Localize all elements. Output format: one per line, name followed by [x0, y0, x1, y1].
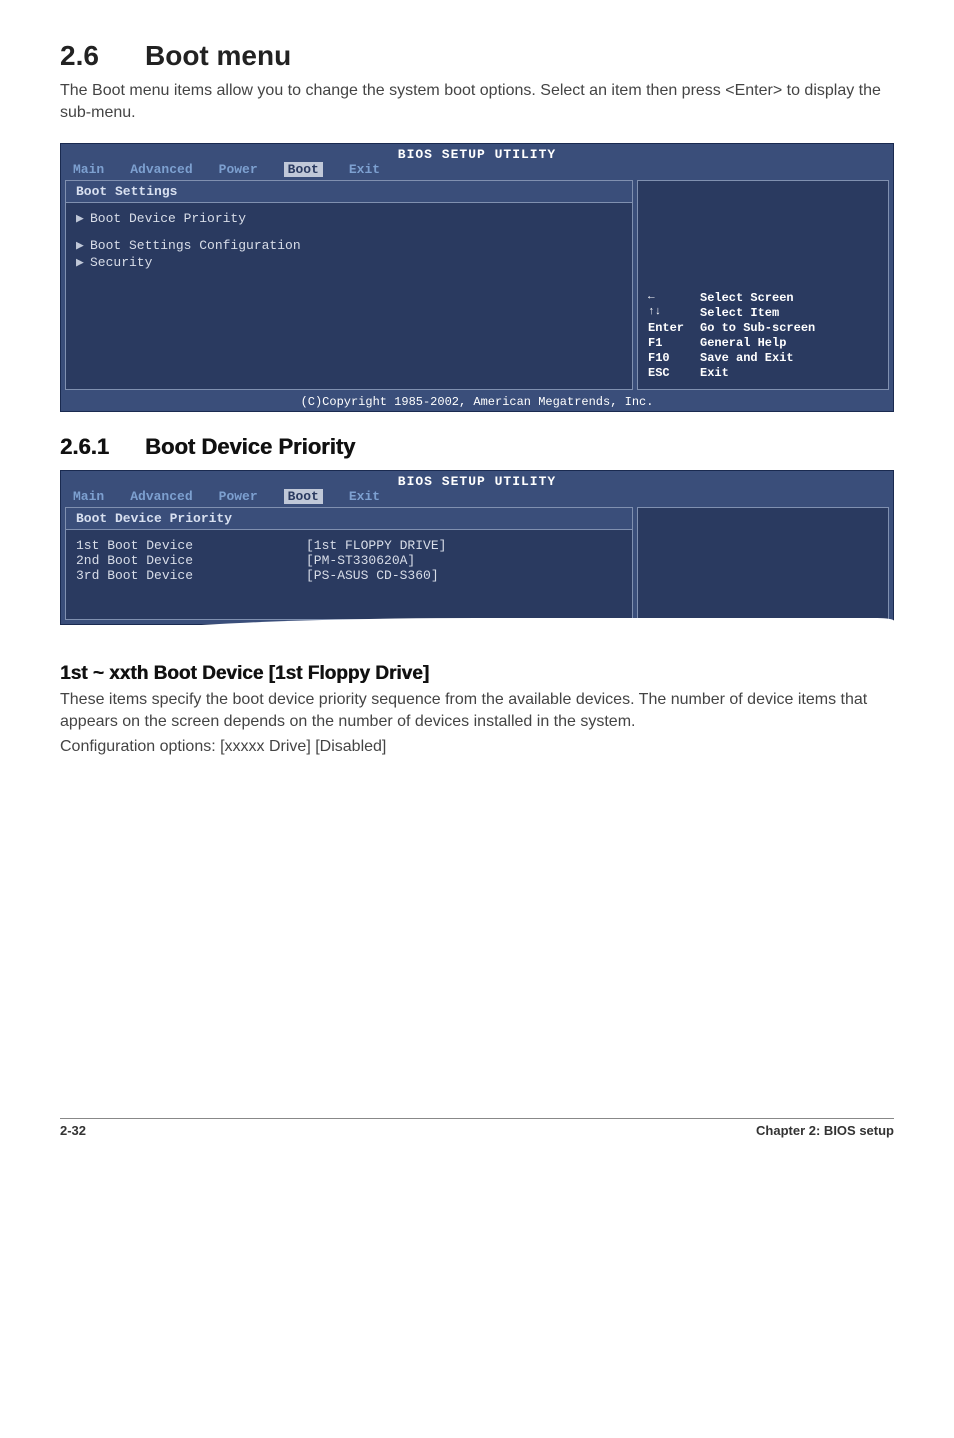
bios-title: BIOS SETUP UTILITY	[61, 144, 893, 162]
submenu-arrow-icon: ▶	[76, 211, 90, 226]
page-footer: 2-32 Chapter 2: BIOS setup	[60, 1118, 894, 1138]
help-general: General Help	[700, 336, 786, 350]
priority-row-3: 3rd Boot Device [PS-ASUS CD-S360]	[76, 568, 622, 583]
section-number: 2.6	[60, 40, 145, 72]
priority-row-2: 2nd Boot Device [PM-ST330620A]	[76, 553, 622, 568]
help-key: ESC	[648, 366, 700, 380]
help-select-screen: Select Screen	[700, 291, 794, 305]
tab-exit: Exit	[349, 489, 380, 504]
help-key: Enter	[648, 321, 700, 335]
menu-item-label: Boot Device Priority	[90, 211, 246, 226]
field-description: These items specify the boot device prio…	[60, 689, 894, 734]
priority-value: [PM-ST330620A]	[306, 553, 415, 568]
bios-copyright: (C)Copyright 1985-2002, American Megatre…	[61, 394, 893, 411]
chapter-label: Chapter 2: BIOS setup	[756, 1123, 894, 1138]
bios-left-panel: Boot Settings ▶ Boot Device Priority ▶ B…	[65, 180, 633, 390]
page-curl-decoration	[560, 632, 894, 645]
bios-tabs: Main Advanced Power Boot Exit	[61, 489, 893, 507]
section-heading: 2.6Boot menu	[60, 40, 894, 72]
bios-title: BIOS SETUP UTILITY	[61, 471, 893, 489]
help-exit: Exit	[700, 366, 729, 380]
help-save: Save and Exit	[700, 351, 794, 365]
subsection-heading: 2.6.1Boot Device Priority	[60, 434, 894, 460]
tab-exit: Exit	[349, 162, 380, 177]
bios-panel-title: Boot Device Priority	[66, 508, 632, 530]
tab-power: Power	[219, 489, 258, 504]
bios-left-panel: Boot Device Priority 1st Boot Device [1s…	[65, 507, 633, 620]
priority-label: 2nd Boot Device	[76, 553, 306, 568]
tab-power: Power	[219, 162, 258, 177]
priority-row-1: 1st Boot Device [1st FLOPPY DRIVE]	[76, 538, 622, 553]
menu-item-boot-settings-config: ▶ Boot Settings Configuration	[76, 238, 622, 253]
tab-boot: Boot	[284, 162, 323, 177]
section-title-text: Boot menu	[145, 40, 291, 71]
menu-item-security: ▶ Security	[76, 255, 622, 270]
tab-boot: Boot	[284, 489, 323, 504]
submenu-arrow-icon: ▶	[76, 255, 90, 270]
field-config-options: Configuration options: [xxxxx Drive] [Di…	[60, 736, 894, 758]
help-key: F10	[648, 351, 700, 365]
tab-main: Main	[73, 162, 104, 177]
bios-help-panel: ←Select Screen ↑↓Select Item EnterGo to …	[637, 180, 889, 390]
priority-value: [1st FLOPPY DRIVE]	[306, 538, 446, 553]
menu-item-label: Boot Settings Configuration	[90, 238, 301, 253]
subsection-title-text: Boot Device Priority	[145, 434, 355, 459]
section-intro: The Boot menu items allow you to change …	[60, 80, 894, 125]
bios-screenshot-boot-priority: BIOS SETUP UTILITY Main Advanced Power B…	[60, 470, 894, 625]
help-key: F1	[648, 336, 700, 350]
arrow-updown-icon: ↑↓	[648, 306, 700, 320]
bios-screenshot-boot-settings: BIOS SETUP UTILITY Main Advanced Power B…	[60, 143, 894, 412]
field-heading: 1st ~ xxth Boot Device [1st Floppy Drive…	[60, 663, 894, 685]
tab-advanced: Advanced	[130, 162, 192, 177]
priority-label: 3rd Boot Device	[76, 568, 306, 583]
tab-advanced: Advanced	[130, 489, 192, 504]
menu-item-label: Security	[90, 255, 152, 270]
priority-label: 1st Boot Device	[76, 538, 306, 553]
priority-value: [PS-ASUS CD-S360]	[306, 568, 439, 583]
arrow-left-icon: ←	[648, 291, 700, 305]
menu-item-boot-device-priority: ▶ Boot Device Priority	[76, 211, 622, 226]
bios-tabs: Main Advanced Power Boot Exit	[61, 162, 893, 180]
tab-main: Main	[73, 489, 104, 504]
page-number: 2-32	[60, 1123, 86, 1138]
subsection-number: 2.6.1	[60, 434, 145, 460]
bios-panel-title: Boot Settings	[66, 181, 632, 203]
help-sub-screen: Go to Sub-screen	[700, 321, 815, 335]
help-select-item: Select Item	[700, 306, 779, 320]
bios-help-panel	[637, 507, 889, 620]
submenu-arrow-icon: ▶	[76, 238, 90, 253]
